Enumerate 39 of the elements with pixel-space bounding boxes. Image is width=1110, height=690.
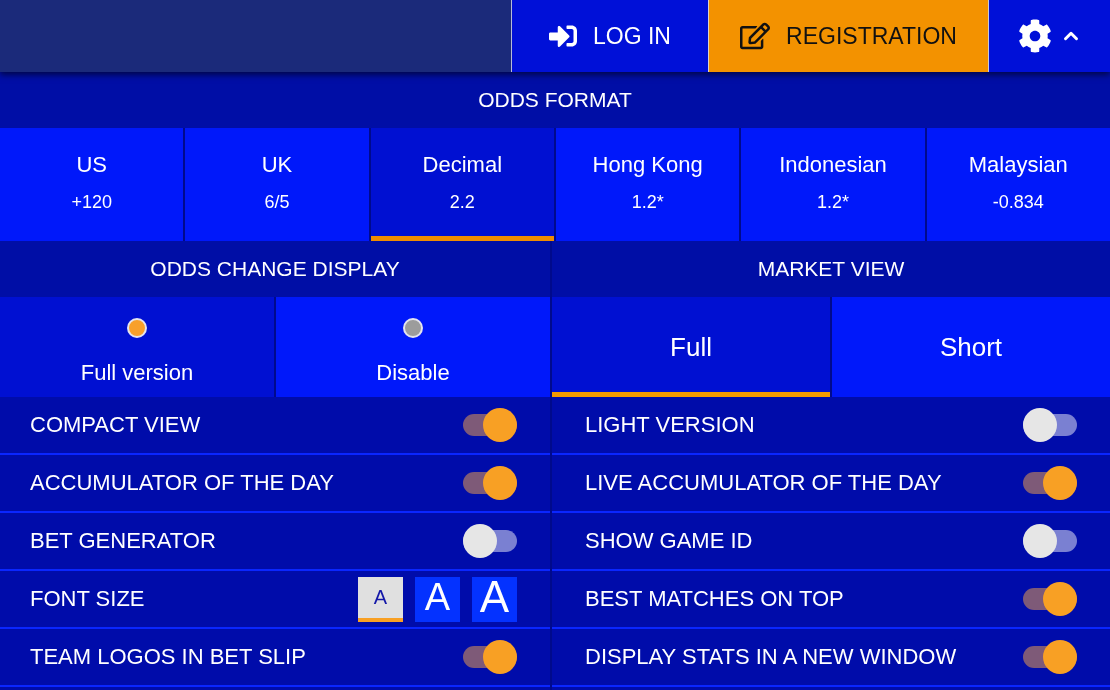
toggle-switch[interactable] [1023,581,1077,617]
odds-format-tab[interactable]: Decimal 2.2 [370,128,554,241]
odds-format-tab[interactable]: Malaysian -0.834 [926,128,1110,241]
toggle-switch[interactable] [1023,407,1077,443]
toggle-switch[interactable] [463,407,517,443]
font-size-button[interactable]: A [415,576,460,622]
toggle-switch[interactable] [1023,523,1077,559]
setting-label: LIVE ACCUMULATOR OF THE DAY [585,470,942,496]
odds-format-tab[interactable]: Hong Kong 1.2* [556,128,740,241]
settings-icon [1017,19,1052,53]
section-title: ODDS FORMAT [0,72,1110,128]
section-title: ODDS CHANGE DISPLAY [0,241,550,297]
toggle-switch[interactable] [463,465,517,501]
toggle-switch[interactable] [1023,465,1077,501]
setting-label: COMPACT VIEW [30,412,201,438]
odds-change-option[interactable]: Full version [0,297,274,397]
setting-label: FONT SIZE [30,586,145,612]
toggle-switch[interactable] [463,523,517,559]
odds-format-tab[interactable]: US +120 [0,128,184,241]
login-button[interactable]: LOG IN [511,0,708,72]
setting-label: TEAM LOGOS IN BET SLIP [30,644,306,670]
market-view-tab[interactable]: Full [552,297,830,397]
section-title: MARKET VIEW [552,241,1110,297]
odds-change-option[interactable]: Disable [276,297,550,397]
odds-format-tab[interactable]: Indonesian 1.2* [741,128,925,241]
setting-label: DISPLAY STATS IN A NEW WINDOW [585,644,957,670]
odds-format-tab[interactable]: UK 6/5 [185,128,369,241]
setting-label: BET GENERATOR [30,528,216,554]
setting-label: LIGHT VERSION [585,412,755,438]
toggle-switch[interactable] [1023,639,1077,675]
toggle-switch[interactable] [463,639,517,675]
settings-button[interactable] [988,0,1110,72]
font-size-button[interactable]: A [472,576,517,622]
setting-label: BEST MATCHES ON TOP [585,586,844,612]
setting-label: ACCUMULATOR OF THE DAY [30,470,334,496]
font-size-button[interactable]: A [358,576,403,622]
market-view-tab[interactable]: Short [832,297,1110,397]
setting-label: SHOW GAME ID [585,528,753,554]
registration-button[interactable]: REGISTRATION [708,0,988,72]
